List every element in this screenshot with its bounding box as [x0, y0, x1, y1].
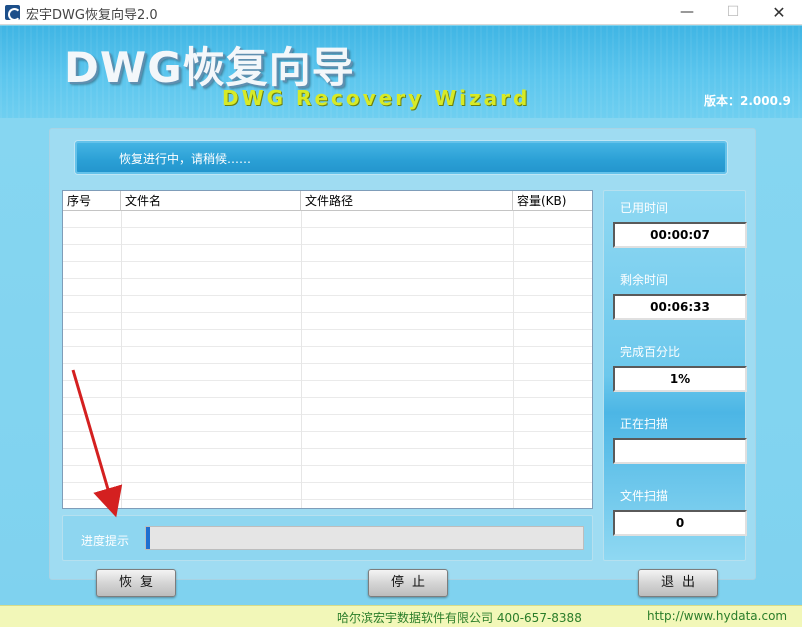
stats-panel: 已用时间 00:00:07 剩余时间 00:06:33 完成百分比 1% 正在扫…: [603, 190, 747, 561]
maximize-button[interactable]: ☐: [710, 0, 756, 25]
progress-label: 进度提示: [81, 534, 130, 548]
elapsed-time-label: 已用时间: [620, 201, 669, 215]
column-header-filename[interactable]: 文件名: [121, 191, 301, 211]
progress-area: 进度提示: [62, 515, 593, 561]
content-area: 恢复进行中，请稍候…… 序号 文件名 文件路径 容量(KB) 进度提示 已用时间…: [0, 118, 802, 605]
file-list-table[interactable]: 序号 文件名 文件路径 容量(KB): [62, 190, 593, 509]
column-header-filepath[interactable]: 文件路径: [301, 191, 513, 211]
status-bar: 恢复进行中，请稍候……: [74, 140, 728, 175]
remaining-time-label: 剩余时间: [620, 273, 669, 287]
table-header: 序号 文件名 文件路径 容量(KB): [63, 191, 592, 211]
files-scanned-value: 0: [613, 510, 747, 536]
banner-subtitle: DWG Recovery Wizard: [222, 86, 531, 110]
files-scanned-label: 文件扫描: [620, 489, 669, 503]
main-panel: 恢复进行中，请稍候…… 序号 文件名 文件路径 容量(KB) 进度提示 已用时间…: [49, 128, 756, 580]
banner: DWG恢复向导 DWG Recovery Wizard 版本：2.000.9: [0, 26, 802, 118]
footer-website-link[interactable]: http://www.hydata.com: [647, 609, 787, 623]
recover-button[interactable]: 恢复: [96, 569, 176, 597]
footer: 哈尔滨宏宇数据软件有限公司 400-657-8388 http://www.hy…: [0, 605, 802, 627]
scanning-label: 正在扫描: [620, 417, 669, 431]
title-bar: 宏宇DWG恢复向导2.0 — ☐ ✕: [0, 0, 802, 25]
remaining-time-value: 00:06:33: [613, 294, 747, 320]
column-header-size[interactable]: 容量(KB): [513, 191, 592, 211]
percent-complete-value: 1%: [613, 366, 747, 392]
stop-button[interactable]: 停止: [368, 569, 448, 597]
footer-company-info: 哈尔滨宏宇数据软件有限公司 400-657-8388: [337, 611, 582, 625]
close-button[interactable]: ✕: [756, 0, 802, 25]
scanning-value: [613, 438, 747, 464]
window-title: 宏宇DWG恢复向导2.0: [26, 8, 158, 23]
elapsed-time-value: 00:00:07: [613, 222, 747, 248]
app-icon[interactable]: [5, 5, 21, 21]
column-divider: [513, 211, 514, 508]
column-header-index[interactable]: 序号: [63, 191, 121, 211]
percent-complete-label: 完成百分比: [620, 345, 681, 359]
progress-bar: [145, 526, 584, 550]
version-label: 版本：2.000.9: [704, 94, 791, 108]
column-divider: [121, 211, 122, 508]
progress-fill: [146, 527, 151, 549]
status-message: 恢复进行中，请稍候……: [119, 152, 252, 166]
column-divider: [301, 211, 302, 508]
exit-button[interactable]: 退出: [638, 569, 718, 597]
minimize-button[interactable]: —: [664, 0, 710, 25]
